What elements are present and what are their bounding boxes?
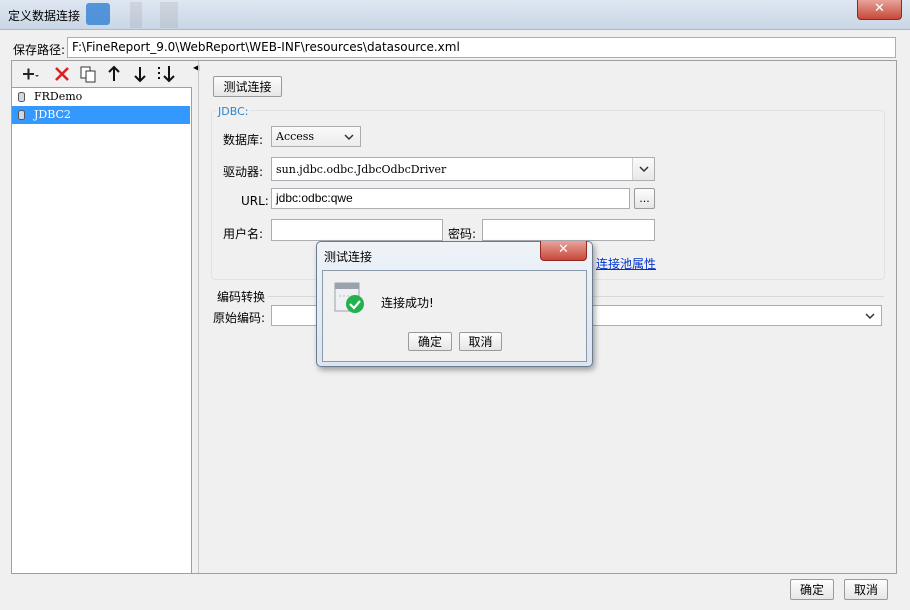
arrow-up-icon[interactable]	[104, 64, 124, 84]
sort-icon[interactable]	[156, 64, 176, 84]
url-input[interactable]: jdbc:odbc:qwe	[271, 188, 630, 209]
ok-button[interactable]: 确定	[790, 579, 834, 600]
window-title: 定义数据连接	[8, 9, 81, 23]
delete-icon[interactable]	[52, 64, 72, 84]
encoding-label: 原始编码:	[213, 311, 266, 325]
copy-icon[interactable]	[78, 64, 98, 84]
datasource-toolbar	[12, 61, 192, 87]
database-select-value: Access	[276, 130, 315, 143]
url-label: URL:	[241, 194, 269, 208]
database-icon	[18, 110, 25, 120]
app-icon	[86, 3, 110, 25]
connection-pool-link[interactable]: 连接池属性	[596, 255, 656, 272]
save-path-field[interactable]: F:\FineReport_9.0\WebReport\WEB-INF\reso…	[67, 37, 896, 58]
chevron-down-icon[interactable]	[338, 127, 360, 146]
chevron-down-icon[interactable]	[859, 306, 881, 325]
test-connection-button[interactable]: 测试连接	[213, 76, 282, 97]
success-icon	[334, 282, 366, 314]
username-input[interactable]	[271, 219, 443, 241]
cancel-button[interactable]: 取消	[844, 579, 888, 600]
database-label: 数据库:	[223, 133, 264, 147]
driver-select[interactable]: sun.jdbc.odbc.JdbcOdbcDriver	[271, 157, 655, 181]
database-icon	[18, 92, 25, 102]
password-input[interactable]	[482, 219, 655, 241]
encoding-legend: 编码转换	[217, 290, 266, 304]
dialog-message: 连接成功!	[381, 296, 434, 310]
plus-icon[interactable]	[20, 64, 40, 84]
driver-select-value: sun.jdbc.odbc.JdbcOdbcDriver	[276, 163, 447, 176]
driver-label: 驱动器:	[223, 165, 264, 179]
url-browse-button[interactable]: ...	[634, 188, 655, 209]
dialog-close-button[interactable]: ✕	[540, 241, 587, 261]
list-item-label: JDBC2	[34, 108, 71, 121]
dialog-cancel-button[interactable]: 取消	[459, 332, 502, 351]
password-label: 密码:	[448, 227, 477, 241]
jdbc-legend: JDBC:	[216, 105, 251, 118]
background-window-ghost	[130, 2, 730, 28]
window-close-button[interactable]: ✕	[857, 0, 902, 20]
datasource-list: FRDemo JDBC2	[12, 87, 192, 573]
arrow-down-icon[interactable]	[130, 64, 150, 84]
list-item-jdbc2[interactable]: JDBC2	[12, 106, 190, 124]
list-item-frdemo[interactable]: FRDemo	[12, 88, 190, 106]
dialog-ok-button[interactable]: 确定	[408, 332, 452, 351]
save-path-label: 保存路径:	[13, 43, 66, 57]
chevron-down-icon[interactable]	[632, 158, 654, 180]
list-item-label: FRDemo	[34, 90, 83, 103]
database-select[interactable]: Access	[271, 126, 361, 147]
divider	[198, 61, 199, 573]
username-label: 用户名:	[223, 227, 264, 241]
dialog-title: 测试连接	[324, 250, 373, 264]
